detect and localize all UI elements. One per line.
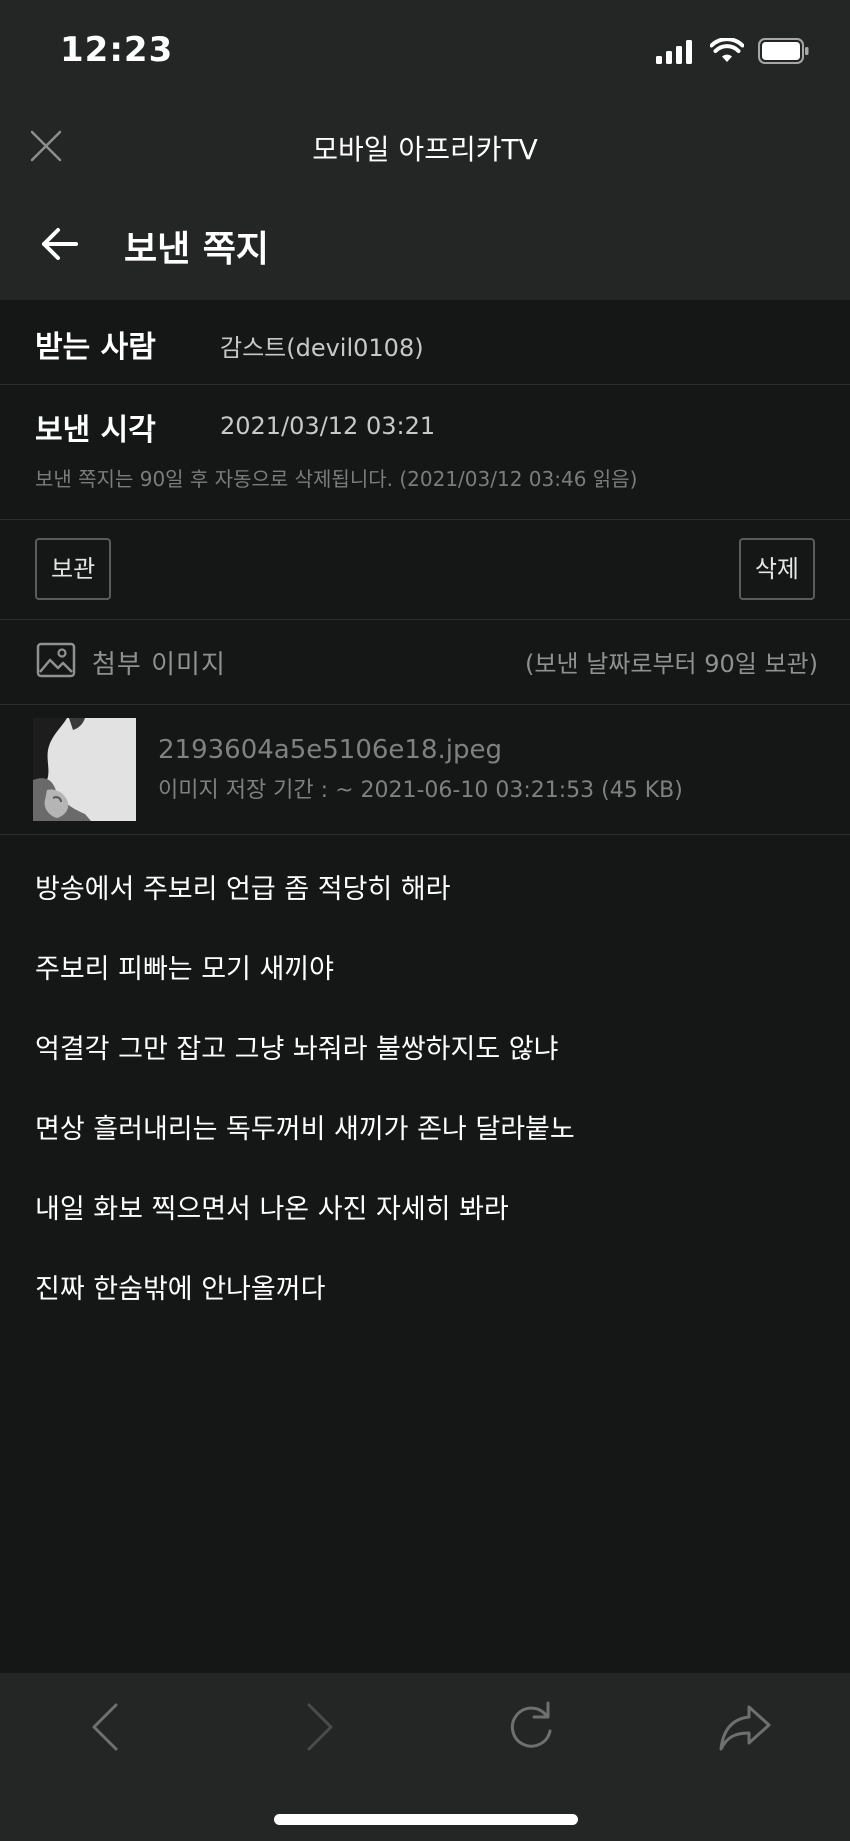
message-line: 주보리 피빠는 모기 새끼야 — [35, 954, 334, 985]
attachment-label: 첨부 이미지 — [92, 650, 226, 680]
auto-delete-notice: 보낸 쪽지는 90일 후 자동으로 삭제됩니다. (2021/03/12 03:… — [35, 467, 638, 491]
battery-icon — [758, 38, 809, 64]
message-body: 방송에서 주보리 언급 좀 적당히 해라 주보리 피빠는 모기 새끼야 억결각 … — [35, 870, 815, 1350]
attachment-thumbnail[interactable] — [33, 718, 136, 821]
attachment-retention: (보낸 날짜로부터 90일 보관) — [525, 650, 818, 678]
page-header: 보낸 쪽지 — [0, 190, 850, 300]
share-icon[interactable] — [715, 1697, 775, 1757]
attachment-file[interactable]: 2193604a5e5106e18.jpeg 이미지 저장 기간 : ~ 202… — [0, 705, 850, 835]
reload-icon[interactable] — [502, 1697, 562, 1757]
recipient-value: 감스트(devil0108) — [220, 334, 424, 362]
message-line: 면상 흘러내리는 독두꺼비 새끼가 존나 달라붙노 — [35, 1114, 575, 1145]
message-line: 방송에서 주보리 언급 좀 적당히 해라 — [35, 874, 451, 905]
message-detail-page: 12:23 모바일 아프리카TV 보낸 쪽지 받는 사람 감스트(devil01… — [0, 0, 850, 1841]
home-indicator — [274, 1814, 578, 1825]
browser-title: 모바일 아프리카TV — [312, 133, 538, 166]
attachment-file-name[interactable]: 2193604a5e5106e18.jpeg — [158, 735, 502, 765]
recipient-row: 받는 사람 감스트(devil0108) — [0, 300, 850, 385]
message-line: 내일 화보 찍으면서 나온 사진 자세히 봐라 — [35, 1194, 509, 1225]
image-icon — [36, 642, 76, 678]
sent-time-value: 2021/03/12 03:21 — [220, 412, 436, 440]
signal-icon — [656, 40, 692, 64]
actions-row: 보관 삭제 — [0, 520, 850, 620]
attachment-header: 첨부 이미지 (보낸 날짜로부터 90일 보관) — [0, 620, 850, 705]
message-line: 진짜 한숨밖에 안나올꺼다 — [35, 1274, 326, 1305]
attachment-file-meta: 이미지 저장 기간 : ~ 2021-06-10 03:21:53 (45 KB… — [158, 778, 683, 803]
status-icons — [656, 38, 810, 64]
browser-toolbar — [0, 1673, 850, 1841]
status-bar: 12:23 — [0, 0, 850, 110]
arrow-left-icon[interactable] — [40, 224, 80, 264]
message-line: 억결각 그만 잡고 그냥 놔줘라 불쌍하지도 않냐 — [35, 1034, 559, 1065]
browser-header: 모바일 아프리카TV — [0, 110, 850, 190]
page-title: 보낸 쪽지 — [124, 229, 270, 270]
sent-time-label: 보낸 시각 — [35, 413, 156, 448]
sent-time-row: 보낸 시각 2021/03/12 03:21 보낸 쪽지는 90일 후 자동으로… — [0, 385, 850, 520]
status-time: 12:23 — [60, 30, 174, 70]
delete-button[interactable]: 삭제 — [738, 538, 815, 600]
chevron-left-icon[interactable] — [76, 1697, 136, 1757]
thumbnail-photo — [33, 718, 136, 821]
wifi-icon — [710, 38, 744, 62]
archive-button[interactable]: 보관 — [35, 538, 112, 600]
chevron-right-icon[interactable] — [289, 1697, 349, 1757]
recipient-label: 받는 사람 — [35, 330, 156, 365]
